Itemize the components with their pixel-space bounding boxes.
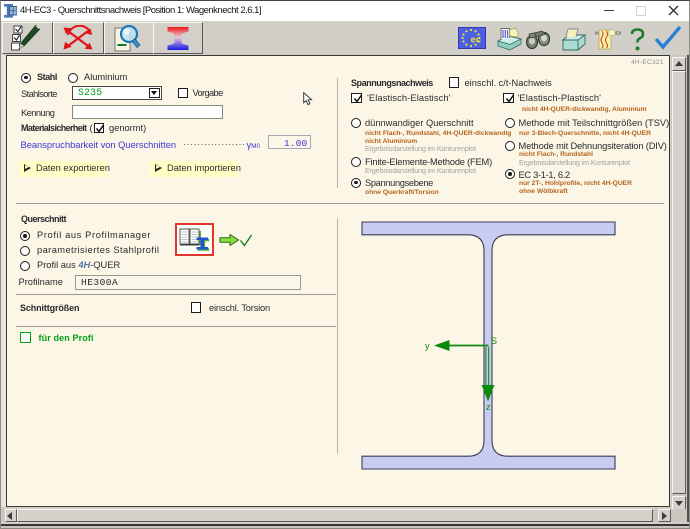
svg-text:S: S (491, 336, 497, 346)
svg-text:y: y (425, 341, 430, 351)
svg-text:ec: ec (471, 35, 482, 46)
svg-text:z: z (486, 402, 491, 412)
